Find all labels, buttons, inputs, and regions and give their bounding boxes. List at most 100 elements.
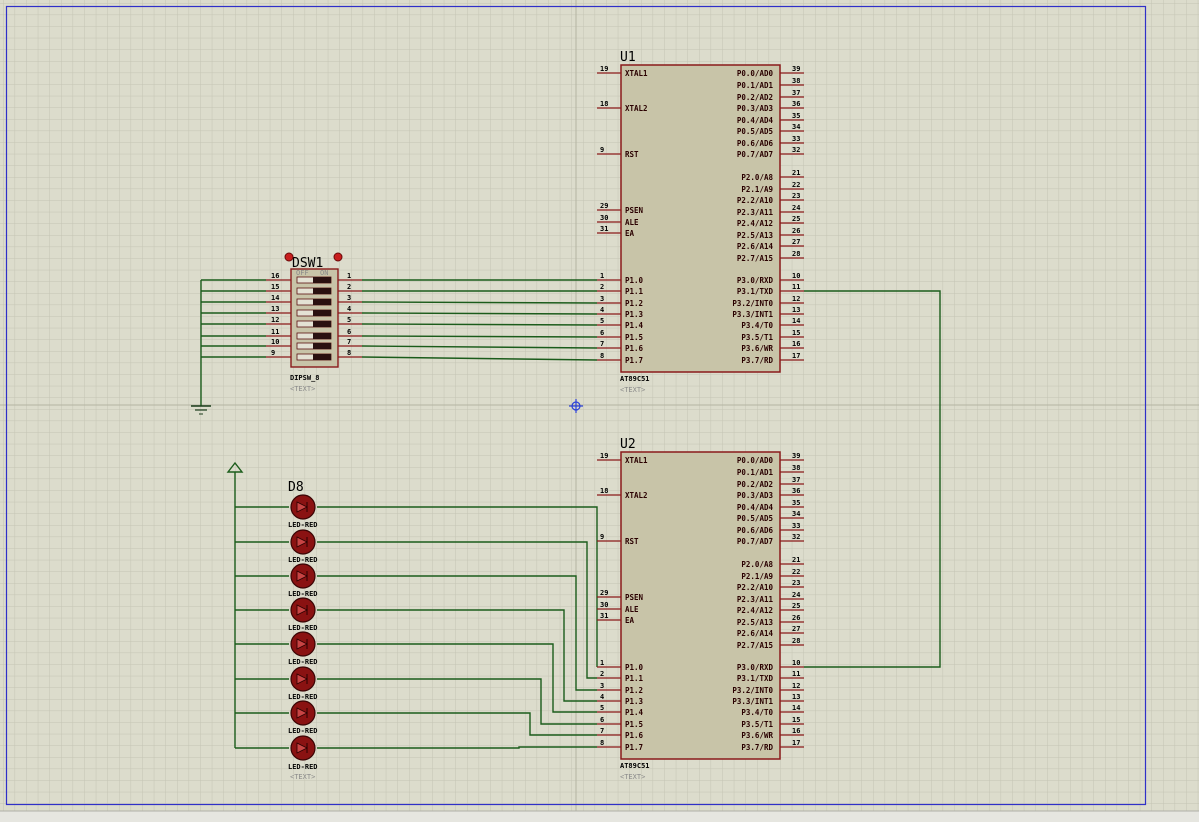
pin-number: 34 <box>792 123 800 131</box>
dsw-text-placeholder: <TEXT> <box>290 385 315 393</box>
pin-number: 29 <box>600 202 608 210</box>
pin-number: 22 <box>792 181 800 189</box>
pin-name: P2.5/A13 <box>737 231 774 240</box>
pin-name: P3.3/INT1 <box>732 310 773 319</box>
dsw-off-label: OFF <box>296 269 309 277</box>
pin-number: 27 <box>792 238 800 246</box>
pin-number: 13 <box>792 306 800 314</box>
pin-name: P3.2/INT0 <box>732 299 773 308</box>
mcu-u2[interactable]: U2 19 XTAL1 18 XTAL2 9 RST 29 PSEN 30 ALE 31 EA 1 P1.0… <box>597 437 804 781</box>
pin-number: 35 <box>792 112 800 120</box>
pin-number: 15 <box>792 329 800 337</box>
pin-number: 9 <box>600 146 604 154</box>
pin-name: P0.5/AD5 <box>737 514 773 523</box>
pin-name: P0.1/AD1 <box>737 468 774 477</box>
pin-number: 23 <box>792 192 800 200</box>
pin-number: 35 <box>792 499 800 507</box>
pin-number: 11 <box>792 283 800 291</box>
pin-name: P3.2/INT0 <box>732 686 773 695</box>
pin-name: P3.5/T1 <box>741 333 773 342</box>
pin-number: 10 <box>792 272 800 280</box>
pin-number: 24 <box>792 591 800 599</box>
schematic-sheet[interactable]: U119 XTAL118 XTAL29 RST29 PSEN30 ALE31 EA1 P1.0… <box>0 0 1199 822</box>
pin-name: P1.4 <box>625 321 644 330</box>
led-part-number: LED-RED <box>288 556 318 564</box>
dsw-switch-lever <box>313 288 331 294</box>
led-part-number: LED-RED <box>288 763 318 771</box>
part-text-placeholder: <TEXT> <box>620 773 645 781</box>
pin-name: P1.3 <box>625 310 644 319</box>
pin-name: EA <box>625 229 635 238</box>
led-part-number: LED-RED <box>288 521 318 529</box>
pin-number: 17 <box>792 739 800 747</box>
mcu-u1[interactable]: U1 19 XTAL1 18 XTAL2 9 RST 29 PSEN 30 ALE 31 EA 1 P1.0… <box>597 50 804 394</box>
dsw-probe-left-icon <box>284 252 294 262</box>
pin-number: 27 <box>792 625 800 633</box>
pin-name: P2.2/A10 <box>737 196 774 205</box>
pin-number: 21 <box>792 169 800 177</box>
pin-number: 32 <box>792 533 800 541</box>
pin-name: P3.4/T0 <box>741 321 773 330</box>
pin-name: P1.6 <box>625 731 644 740</box>
pin-name: P0.5/AD5 <box>737 127 773 136</box>
pin-number: 4 <box>600 306 604 314</box>
pin-number: 18 <box>600 100 608 108</box>
pin-name: RST <box>625 537 639 546</box>
mcu-ref: U1 <box>620 50 636 65</box>
dsw-probe-right-icon <box>333 252 343 262</box>
pin-number: 26 <box>792 614 800 622</box>
pin-number: 16 <box>792 727 800 735</box>
pin-name: P0.4/AD4 <box>737 116 774 125</box>
pin-number: 5 <box>600 704 604 712</box>
dsw-right-pin-number: 4 <box>347 305 351 313</box>
pin-number: 2 <box>600 283 604 291</box>
pin-name: P0.2/AD2 <box>737 480 773 489</box>
pin-number: 11 <box>792 670 800 678</box>
pin-number: 12 <box>792 682 800 690</box>
pin-number: 38 <box>792 77 800 85</box>
pin-number: 34 <box>792 510 800 518</box>
pin-name: P1.5 <box>625 720 643 729</box>
pin-number: 2 <box>600 670 604 678</box>
pin-number: 10 <box>792 659 800 667</box>
pin-number: 30 <box>600 601 608 609</box>
dsw-body <box>290 268 339 368</box>
pin-number: 23 <box>792 579 800 587</box>
pin-number: 36 <box>792 487 800 495</box>
pin-name: P1.7 <box>625 356 643 365</box>
pin-number: 6 <box>600 329 604 337</box>
pin-number: 12 <box>792 295 800 303</box>
pin-number: 19 <box>600 452 608 460</box>
pin-name: P2.3/A11 <box>737 208 774 217</box>
pin-number: 31 <box>600 225 608 233</box>
pin-name: P0.6/AD6 <box>737 139 774 148</box>
pin-number: 32 <box>792 146 800 154</box>
pin-name: P3.5/T1 <box>741 720 773 729</box>
pin-name: P0.6/AD6 <box>737 526 774 535</box>
pin-name: P3.7/RD <box>741 356 773 365</box>
pin-name: P0.0/AD0 <box>737 456 774 465</box>
pin-name: P3.6/WR <box>741 344 773 353</box>
pin-number: 4 <box>600 693 604 701</box>
pin-number: 3 <box>600 682 604 690</box>
pin-name: P0.1/AD1 <box>737 81 774 90</box>
dsw-left-pin-number: 13 <box>271 305 279 313</box>
dsw-left-pin-number: 11 <box>271 328 279 336</box>
pin-name: P1.2 <box>625 686 643 695</box>
pin-number: 5 <box>600 317 604 325</box>
pin-name: P3.1/TXD <box>737 674 774 683</box>
dsw-switch-lever <box>313 333 331 339</box>
pin-number: 25 <box>792 215 800 223</box>
pin-name: P2.0/A8 <box>741 560 773 569</box>
pin-number: 26 <box>792 227 800 235</box>
pin-name: P1.1 <box>625 674 644 683</box>
pin-name: P3.1/TXD <box>737 287 774 296</box>
pin-number: 25 <box>792 602 800 610</box>
pin-name: P0.2/AD2 <box>737 93 773 102</box>
led-part-number: LED-RED <box>288 727 318 735</box>
pin-number: 14 <box>792 704 800 712</box>
pin-number: 39 <box>792 452 800 460</box>
pin-number: 33 <box>792 135 800 143</box>
led[interactable] <box>290 735 316 761</box>
dsw-switch-lever <box>313 299 331 305</box>
